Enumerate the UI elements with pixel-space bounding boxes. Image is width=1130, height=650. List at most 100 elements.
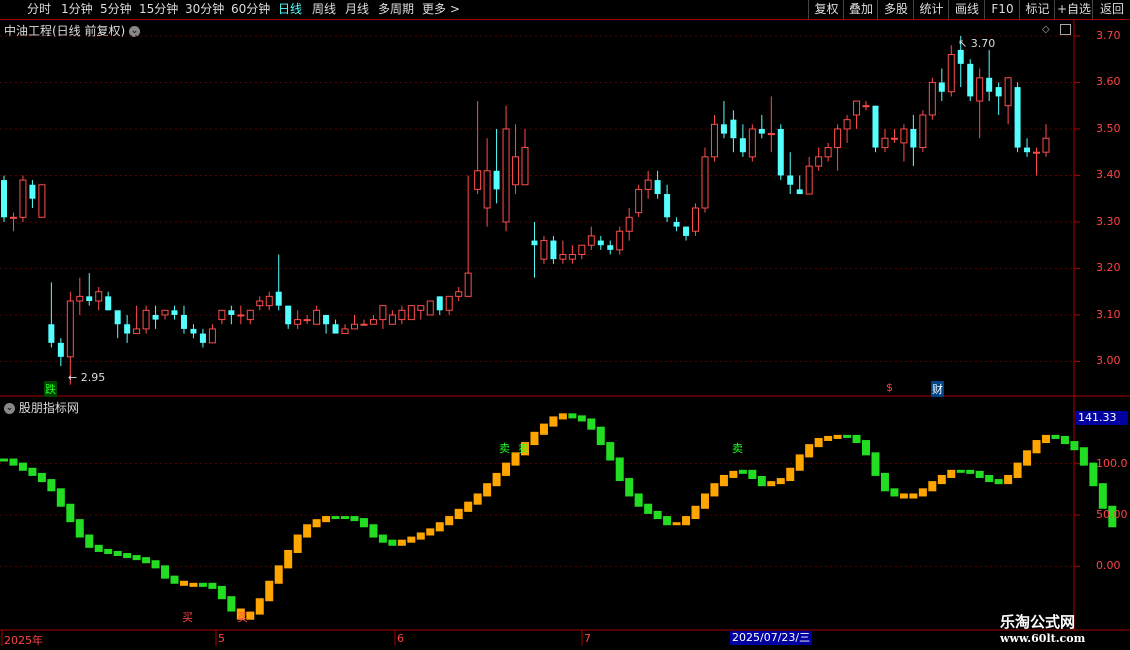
finance-marker: 财: [931, 381, 944, 397]
candle-body: [341, 328, 349, 335]
indicator-bar: [634, 493, 643, 507]
indicator-bar: [369, 524, 378, 538]
indicator-bar: [208, 582, 217, 589]
candle-body: [237, 314, 245, 317]
indicator-bar: [161, 565, 170, 579]
candle-body: [360, 323, 368, 326]
indicator-bar: [217, 585, 226, 600]
indicator-axis-label: 50.00: [1096, 508, 1128, 521]
candle-body: [398, 309, 406, 321]
indicator-bar: [1042, 434, 1050, 444]
indicator-bar: [748, 469, 757, 479]
indicator-bar: [1060, 435, 1069, 445]
candle-body: [910, 128, 917, 148]
indicator-bar: [397, 539, 406, 546]
candle-body: [493, 170, 500, 190]
candle-body: [190, 328, 197, 334]
price-axis-label: 3.10: [1096, 307, 1121, 321]
indicator-bar: [719, 474, 728, 487]
indicator-bar: [37, 472, 46, 483]
indicator-axis-label: 0.00: [1096, 559, 1121, 573]
indicator-bar: [1032, 440, 1041, 454]
candle-body: [369, 319, 377, 325]
indicator-bar: [123, 553, 132, 559]
indicator-bar: [890, 488, 899, 497]
candle-body: [436, 296, 443, 311]
indicator-bar: [56, 488, 65, 507]
candle-body: [313, 309, 321, 325]
indicator-bar: [539, 423, 548, 435]
candle-body: [350, 323, 358, 330]
candle-body: [701, 156, 709, 209]
buy-signal: 买: [237, 611, 248, 624]
candle-body: [938, 82, 945, 92]
indicator-bar: [265, 580, 274, 602]
candle-body: [900, 128, 908, 144]
candle-body: [161, 309, 169, 316]
indicator-bar: [966, 469, 975, 474]
candle-body: [521, 147, 529, 186]
indicator-bar: [75, 519, 84, 538]
sell-signal: 卖: [518, 442, 529, 455]
indicator-bar: [558, 413, 567, 420]
indicator-bar: [66, 503, 75, 523]
candle-body: [19, 179, 27, 218]
candle-body: [9, 216, 17, 219]
candle-body: [550, 240, 557, 260]
candle-body: [919, 114, 927, 149]
sell-signal: 卖: [499, 442, 510, 455]
candle-body: [76, 295, 84, 302]
dollar-marker: $: [886, 381, 893, 394]
indicator-bar: [937, 474, 946, 485]
indicator-bar: [416, 532, 425, 540]
low-annotation: ← 2.95: [68, 371, 106, 384]
candle-body: [568, 254, 576, 260]
indicator-bar: [795, 454, 804, 471]
candle-body: [407, 305, 415, 321]
indicator-bar: [786, 467, 795, 482]
indicator-bar: [1004, 474, 1013, 485]
price-axis-label: 3.30: [1096, 214, 1121, 228]
indicator-bar: [824, 435, 833, 441]
candle-body: [805, 165, 813, 195]
candle-body: [872, 105, 879, 148]
indicator-axis-label: 100.0: [1096, 456, 1128, 470]
indicator-bar: [757, 475, 766, 487]
indicator-bar: [918, 488, 927, 497]
candle-body: [673, 221, 680, 227]
indicator-bar: [862, 440, 871, 456]
candle-body: [208, 328, 216, 344]
watermark-url: www.60lt.com: [1000, 632, 1086, 645]
indicator-bar: [644, 503, 653, 514]
candle-body: [957, 49, 964, 64]
indicator-bar: [502, 462, 511, 476]
candle-body: [66, 300, 74, 358]
candle-body: [531, 240, 538, 246]
x-axis-label: 6: [397, 632, 404, 645]
candle-body: [853, 100, 861, 116]
indicator-bar: [492, 472, 501, 487]
candle-body: [578, 244, 586, 255]
indicator-bar: [132, 555, 141, 561]
indicator-bar: [359, 518, 368, 528]
indicator-bar: [833, 434, 842, 439]
indicator-bar: [189, 582, 198, 587]
indicator-bar: [331, 516, 340, 520]
candle-body: [834, 128, 842, 149]
indicator-bar: [341, 516, 350, 520]
high-annotation: ↖ 3.70: [958, 37, 996, 50]
indicator-bar: [776, 478, 785, 485]
candle-body: [748, 128, 756, 158]
candle-body: [692, 207, 700, 232]
candle-body: [199, 333, 206, 343]
candle-body: [133, 328, 141, 335]
candle-body: [1014, 87, 1021, 148]
indicator-bar: [653, 510, 662, 520]
candle-body: [616, 230, 624, 251]
candle-body: [995, 87, 1002, 97]
indicator-bar: [151, 560, 160, 569]
candle-body: [417, 305, 425, 311]
indicator-bar: [625, 478, 634, 497]
chart-canvas[interactable]: [0, 0, 1130, 650]
candle-body: [445, 295, 453, 311]
